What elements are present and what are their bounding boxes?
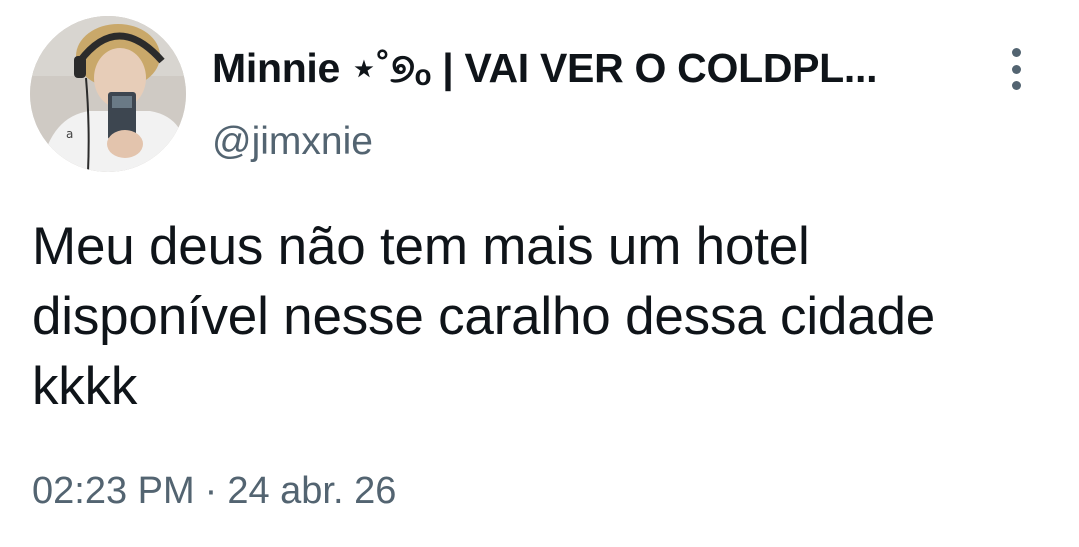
tweet-timestamp[interactable]: 02:23 PM · 24 abr. 26 — [32, 470, 396, 513]
tweet-card: a Minnie ⋆˚୭ₒ | VAI VER O COLDPL... @jim… — [0, 0, 1079, 547]
menu-dot — [1011, 48, 1021, 57]
tweet-date: 24 abr. 26 — [227, 470, 397, 512]
display-name[interactable]: Minnie ⋆˚୭ₒ | VAI VER O COLDPL... — [212, 44, 972, 93]
svg-text:a: a — [66, 127, 73, 141]
username-handle[interactable]: @jimxnie — [212, 120, 373, 164]
menu-dot — [1011, 64, 1021, 74]
meta-separator: · — [204, 470, 218, 512]
avatar[interactable]: a — [30, 16, 186, 172]
tweet-time: 02:23 PM — [32, 470, 195, 512]
menu-dot — [1011, 81, 1021, 90]
avatar-image: a — [30, 16, 186, 172]
more-vertical-icon[interactable] — [1000, 44, 1032, 94]
tweet-text: Meu deus não tem mais um hotel disponíve… — [32, 217, 936, 416]
